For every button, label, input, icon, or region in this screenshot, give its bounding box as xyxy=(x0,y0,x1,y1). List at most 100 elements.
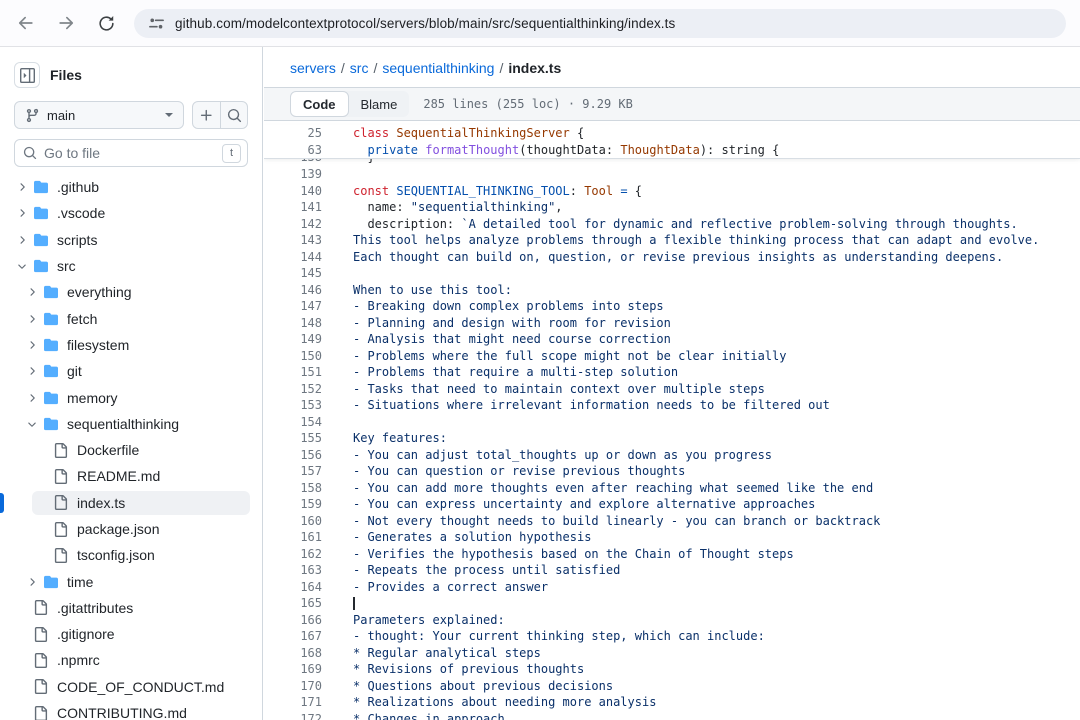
line-number[interactable]: 63 xyxy=(264,143,322,157)
search-code-button[interactable] xyxy=(220,102,247,128)
sidebar-collapse-icon xyxy=(20,68,35,83)
tree-item-everything[interactable]: everything xyxy=(0,279,262,305)
breadcrumb-link-src[interactable]: src xyxy=(350,60,369,76)
line-number[interactable]: 153 xyxy=(264,398,322,412)
line-number[interactable]: 168 xyxy=(264,646,322,660)
code-text: * Questions about previous decisions xyxy=(322,679,613,693)
tree-item-Dockerfile[interactable]: Dockerfile xyxy=(0,437,262,463)
tree-item-time[interactable]: time xyxy=(0,568,262,594)
line-number[interactable]: 140 xyxy=(264,184,322,198)
line-number[interactable]: 138 xyxy=(264,158,322,164)
tree-item-label: time xyxy=(67,574,93,590)
tree-item-.npmrc[interactable]: .npmrc xyxy=(0,647,262,673)
line-number[interactable]: 150 xyxy=(264,349,322,363)
tab-code[interactable]: Code xyxy=(290,91,349,117)
back-button[interactable] xyxy=(14,11,38,35)
line-number[interactable]: 155 xyxy=(264,431,322,445)
line-number[interactable]: 25 xyxy=(264,126,322,140)
code-line: 166Parameters explained: xyxy=(264,612,1080,629)
line-number[interactable]: 146 xyxy=(264,283,322,297)
tree-item-src[interactable]: src xyxy=(0,253,262,279)
line-number[interactable]: 154 xyxy=(264,415,322,429)
chevron-right-icon xyxy=(16,181,33,193)
code-text: - Generates a solution hypothesis xyxy=(322,530,591,544)
line-number[interactable]: 156 xyxy=(264,448,322,462)
line-number[interactable]: 139 xyxy=(264,167,322,181)
file-header: CodeBlame 285 lines (255 loc) · 9.29 KB xyxy=(264,87,1080,121)
collapse-sidebar-button[interactable] xyxy=(14,62,40,88)
line-number[interactable]: 163 xyxy=(264,563,322,577)
search-icon xyxy=(23,146,37,160)
line-number[interactable]: 157 xyxy=(264,464,322,478)
line-number[interactable]: 170 xyxy=(264,679,322,693)
line-number[interactable]: 145 xyxy=(264,266,322,280)
file-icon xyxy=(53,521,69,537)
code-text: - Tasks that need to maintain context ov… xyxy=(322,382,765,396)
code-text: - You can express uncertainty and explor… xyxy=(322,497,815,511)
line-number[interactable]: 147 xyxy=(264,299,322,313)
line-number[interactable]: 167 xyxy=(264,629,322,643)
tree-item-.gitattributes[interactable]: .gitattributes xyxy=(0,595,262,621)
breadcrumb-link-servers[interactable]: servers xyxy=(290,60,336,76)
code-line: 151- Problems that require a multi-step … xyxy=(264,364,1080,381)
line-number[interactable]: 142 xyxy=(264,217,322,231)
chevron-right-icon xyxy=(26,339,43,351)
code-line: 162- Verifies the hypothesis based on th… xyxy=(264,546,1080,563)
line-number[interactable]: 152 xyxy=(264,382,322,396)
tree-item-.github[interactable]: .github xyxy=(0,174,262,200)
tree-item-.gitignore[interactable]: .gitignore xyxy=(0,621,262,647)
line-number[interactable]: 159 xyxy=(264,497,322,511)
line-number[interactable]: 160 xyxy=(264,514,322,528)
code-line: 161- Generates a solution hypothesis xyxy=(264,529,1080,546)
line-number[interactable]: 143 xyxy=(264,233,322,247)
line-number[interactable]: 169 xyxy=(264,662,322,676)
tree-item-index.ts[interactable]: index.ts xyxy=(0,490,262,516)
site-settings-icon[interactable] xyxy=(148,15,165,32)
line-number[interactable]: 161 xyxy=(264,530,322,544)
tree-item-README.md[interactable]: README.md xyxy=(0,463,262,489)
tree-item-filesystem[interactable]: filesystem xyxy=(0,332,262,358)
breadcrumb-link-sequentialthinking[interactable]: sequentialthinking xyxy=(382,60,494,76)
branch-selector[interactable]: main xyxy=(14,101,184,129)
reload-button[interactable] xyxy=(94,11,118,35)
tree-item-memory[interactable]: memory xyxy=(0,384,262,410)
file-icon xyxy=(53,468,69,484)
tree-item-label: tsconfig.json xyxy=(77,547,155,563)
file-icon xyxy=(53,495,69,511)
line-number[interactable]: 158 xyxy=(264,481,322,495)
tree-item-label: .gitignore xyxy=(57,626,115,642)
go-to-file-input[interactable]: Go to file t xyxy=(14,139,248,167)
code-text: - thought: Your current thinking step, w… xyxy=(322,629,765,643)
line-number[interactable]: 165 xyxy=(264,596,322,610)
code-line: 139 xyxy=(264,166,1080,183)
line-number[interactable]: 166 xyxy=(264,613,322,627)
add-file-button[interactable] xyxy=(193,102,220,128)
tree-item-package.json[interactable]: package.json xyxy=(0,516,262,542)
chevron-right-icon xyxy=(16,207,33,219)
line-number[interactable]: 162 xyxy=(264,547,322,561)
address-bar[interactable]: github.com/modelcontextprotocol/servers/… xyxy=(134,9,1066,38)
line-number[interactable]: 149 xyxy=(264,332,322,346)
line-number[interactable]: 164 xyxy=(264,580,322,594)
tab-blame[interactable]: Blame xyxy=(349,91,410,117)
line-number[interactable]: 171 xyxy=(264,695,322,709)
line-number[interactable]: 151 xyxy=(264,365,322,379)
tree-item-.vscode[interactable]: .vscode xyxy=(0,200,262,226)
forward-button[interactable] xyxy=(54,11,78,35)
tree-item-scripts[interactable]: scripts xyxy=(0,227,262,253)
breadcrumb-separator: / xyxy=(368,60,382,76)
tree-item-CODE_OF_CONDUCT.md[interactable]: CODE_OF_CONDUCT.md xyxy=(0,674,262,700)
plus-icon xyxy=(199,108,214,123)
tree-item-git[interactable]: git xyxy=(0,358,262,384)
line-number[interactable]: 172 xyxy=(264,712,322,720)
code-view: 25class SequentialThinkingServer {63 pri… xyxy=(264,121,1080,720)
tree-item-fetch[interactable]: fetch xyxy=(0,305,262,331)
tree-item-tsconfig.json[interactable]: tsconfig.json xyxy=(0,542,262,568)
code-line: 163- Repeats the process until satisfied xyxy=(264,562,1080,579)
tree-item-sequentialthinking[interactable]: sequentialthinking xyxy=(0,411,262,437)
tree-item-CONTRIBUTING.md[interactable]: CONTRIBUTING.md xyxy=(0,700,262,720)
line-number[interactable]: 141 xyxy=(264,200,322,214)
line-number[interactable]: 148 xyxy=(264,316,322,330)
tree-item-label: memory xyxy=(67,390,118,406)
line-number[interactable]: 144 xyxy=(264,250,322,264)
